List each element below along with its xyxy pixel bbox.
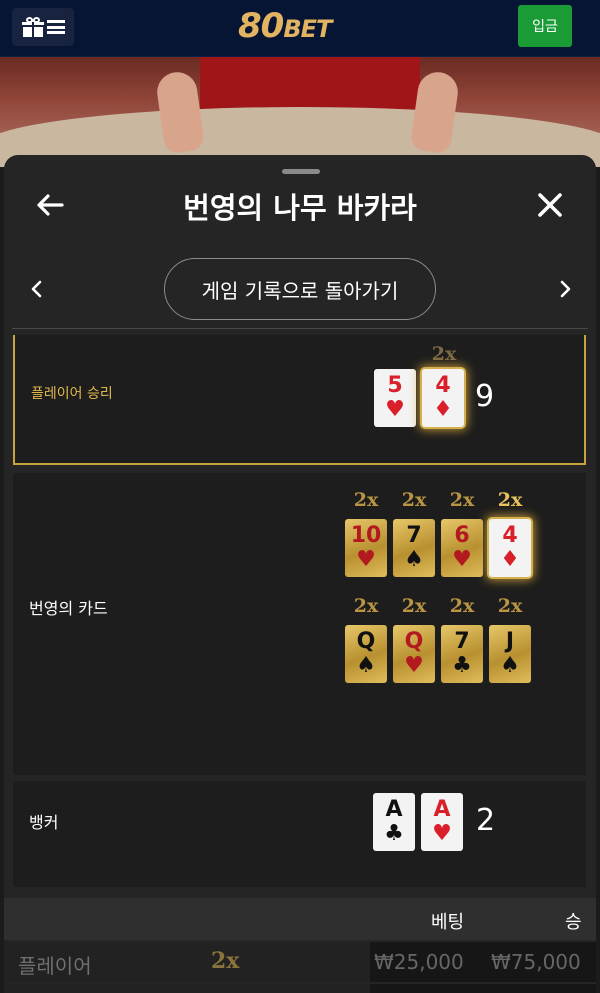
win-amount: ₩75,000 [491,950,581,974]
live-video [0,57,600,167]
banker-card: A ♥ [421,793,463,851]
chevron-right-icon[interactable] [554,275,576,303]
menu-button[interactable] [12,8,74,46]
card-suit: ♠ [500,653,520,678]
card-suit: ♣ [452,653,472,678]
prosperity-card: 7 ♠ [393,519,435,577]
card-rank: J [505,629,515,654]
card-rank: 7 [454,629,470,654]
card-suit: ♦ [433,397,453,422]
prosperity-card: 10 ♥ [345,519,387,577]
prosperity-card: 4 ♦ [489,519,531,577]
top-bar: 80BET 입금 [0,0,600,57]
banker-label: 뱅커 [29,813,59,832]
player-card: 4 ♦ [422,369,464,427]
card-rank: A [385,797,403,822]
page-title: 번영의 나무 바카라 [183,191,417,225]
card-multiplier: 2x [497,489,523,511]
card-multiplier: 2x [401,489,427,511]
prosperity-cards-section: 번영의 카드 2x 2x 2x 2x 10 ♥ 7 ♠ 6 ♥ 4 ♦ 2x 2… [13,473,586,775]
bet-name: 플레이어 [18,954,92,978]
card-multiplier: 2x [431,343,457,365]
return-to-history-button[interactable]: 게임 기록으로 돌아가기 [164,258,436,320]
card-rank: 4 [435,373,451,398]
prosperity-card: J ♠ [489,625,531,683]
card-rank: 6 [454,523,470,548]
card-multiplier: 2x [497,595,523,617]
prosperity-card: Q ♥ [393,625,435,683]
card-multiplier: 2x [353,595,379,617]
card-multiplier: 2x [401,595,427,617]
menu-icon [46,20,65,34]
prosperity-label: 번영의 카드 [29,599,108,618]
card-suit: ♥ [404,653,424,678]
player-score: 9 [475,379,495,414]
card-rank: 4 [502,523,518,548]
card-suit: ♣ [384,821,404,846]
prosperity-card: 7 ♣ [441,625,483,683]
prosperity-card: Q ♠ [345,625,387,683]
divider [12,328,588,329]
gift-icon [21,17,44,37]
prosperity-card: 6 ♥ [441,519,483,577]
card-suit: ♥ [356,547,376,572]
card-rank: A [433,797,451,822]
card-suit: ♥ [385,397,405,422]
card-rank: Q [356,629,376,654]
card-multiplier: 2x [449,595,475,617]
bet-amount: ₩25,000 [374,950,464,974]
bet-multiplier: 2x [211,948,240,974]
card-multiplier: 2x [449,489,475,511]
column-win: 승 [565,912,582,933]
player-card: 5 ♥ [374,369,416,427]
card-multiplier: 2x [353,489,379,511]
banker-score: 2 [476,803,496,838]
card-suit: ♥ [432,821,452,846]
chevron-left-icon[interactable] [26,275,48,303]
column-bet: 베팅 [431,912,465,933]
card-rank: 10 [350,523,382,548]
logo-sub: BET [283,15,332,43]
player-result-section: 플레이어 승리 2x 5 ♥ 4 ♦ 9 [13,335,586,465]
card-rank: 5 [387,373,403,398]
bets-table-header: 베팅 승 [4,898,596,940]
banker-result-section: 뱅커 A ♣ A ♥ 2 [13,781,586,887]
drag-handle[interactable] [282,169,320,174]
card-suit: ♠ [404,547,424,572]
game-details-sheet: 번영의 나무 바카라 게임 기록으로 돌아가기 플레이어 승리 2x 5 ♥ 4… [4,155,596,993]
card-suit: ♦ [500,547,520,572]
card-rank: Q [404,629,424,654]
table-row: 플레이어 2x ₩25,000 ₩75,000 [4,942,596,982]
deposit-button[interactable]: 입금 [518,5,572,47]
card-suit: ♥ [452,547,472,572]
card-suit: ♠ [356,653,376,678]
brand-logo[interactable]: 80BET [238,6,332,46]
logo-main: 80 [238,6,284,46]
player-label: 플레이어 승리 [31,386,113,402]
banker-card: A ♣ [373,793,415,851]
card-rank: 7 [406,523,422,548]
table-row [4,984,596,993]
close-icon[interactable] [534,189,566,221]
